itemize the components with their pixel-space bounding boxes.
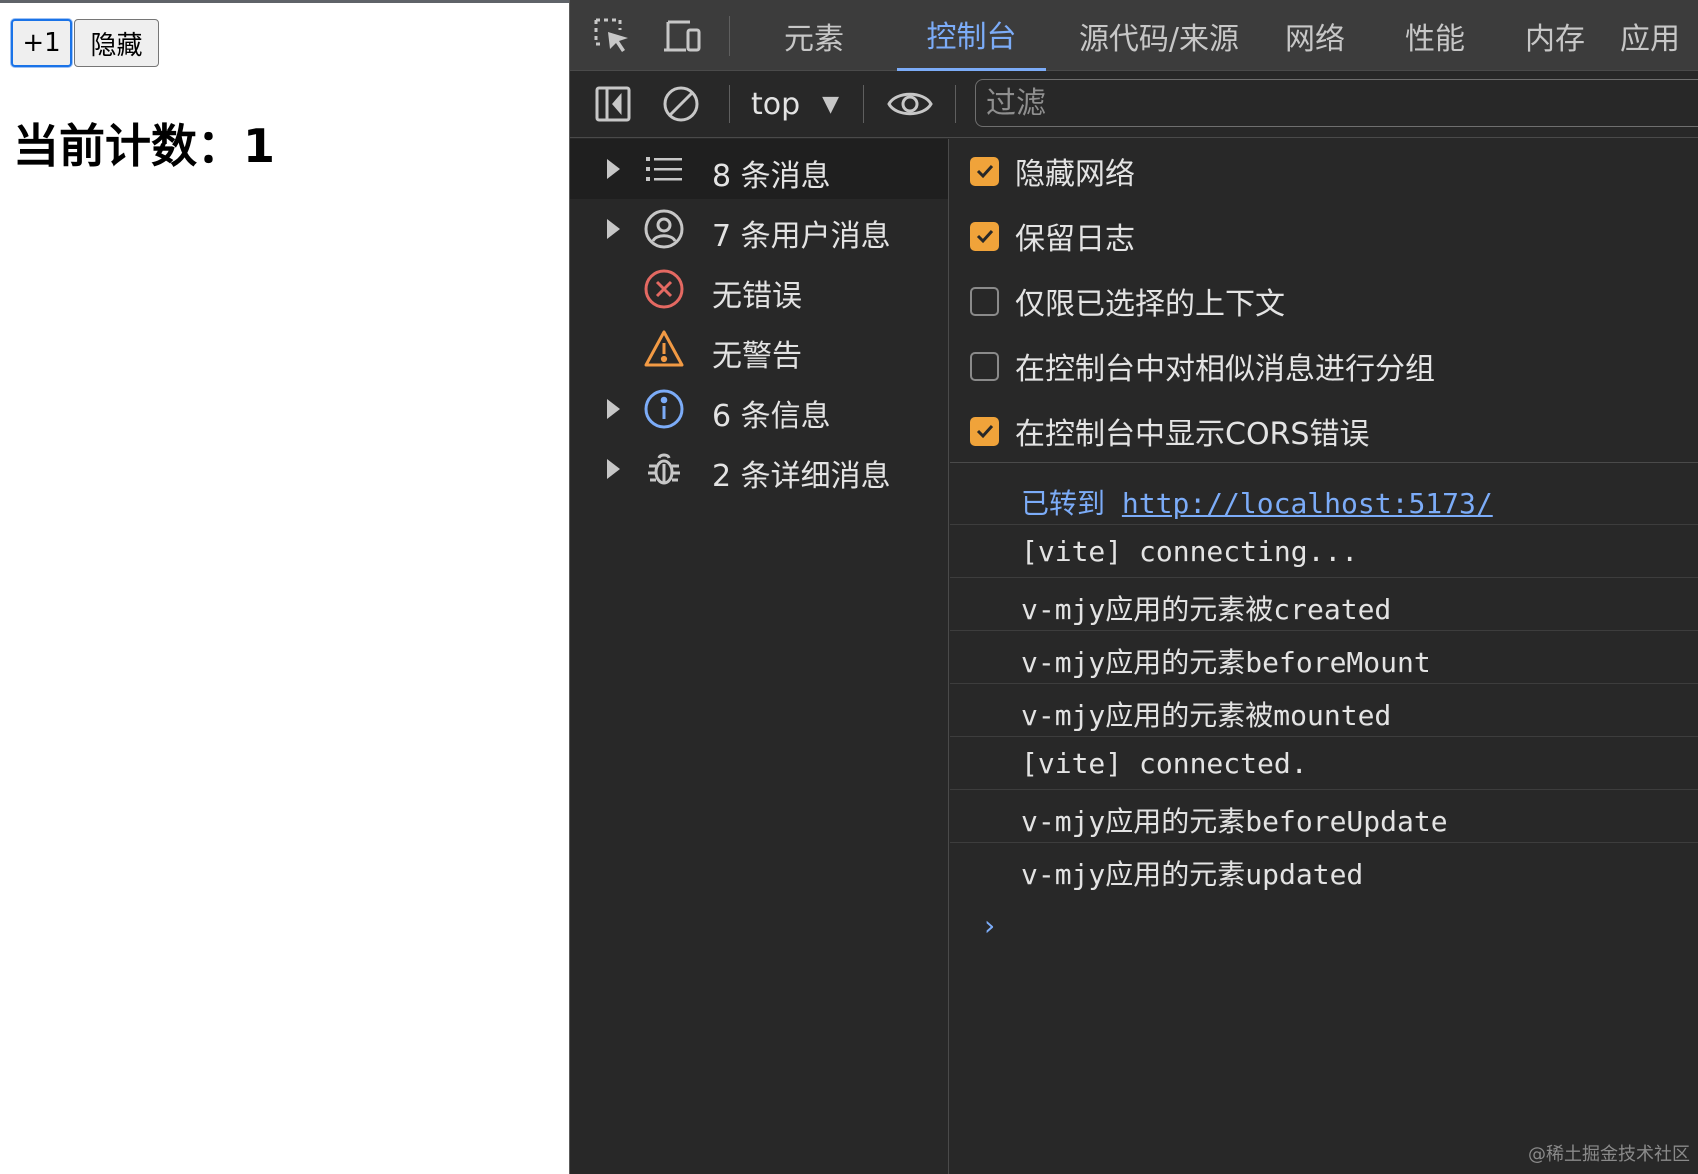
- devtools-tab-bar: 元素 控制台 源代码/来源 网络 性能 内存 应用: [570, 0, 1698, 71]
- hide-button[interactable]: 隐藏: [74, 19, 159, 67]
- expand-arrow-icon[interactable]: [607, 159, 620, 179]
- setting-group-similar[interactable]: 在控制台中对相似消息进行分组: [970, 341, 1435, 391]
- count-heading: 当前计数：1: [13, 119, 276, 173]
- sidebar-item-label: 8 条消息: [712, 159, 831, 194]
- setting-label: 在控制台中对相似消息进行分组: [1015, 352, 1435, 387]
- tab-separator: [729, 16, 730, 56]
- sidebar-item-label: 7 条用户消息: [712, 219, 891, 254]
- log-text: v-mjy应用的元素beforeMount: [1021, 646, 1431, 679]
- navigated-prefix: 已转到: [1021, 487, 1106, 520]
- log-text: v-mjy应用的元素被mounted: [1021, 699, 1392, 732]
- increment-button[interactable]: +1: [11, 19, 72, 67]
- expand-arrow-icon[interactable]: [607, 459, 620, 479]
- console-sidebar: 8 条消息 7 条用户消息 无错误 无警告 6 条信息 2 条详细消息: [570, 139, 949, 1174]
- sidebar-item-user-messages[interactable]: 7 条用户消息: [570, 199, 948, 259]
- device-toolbar-icon[interactable]: [662, 16, 702, 56]
- tab-memory[interactable]: 内存: [1505, 0, 1605, 71]
- check-icon: [976, 164, 993, 179]
- tab-network[interactable]: 网络: [1265, 0, 1365, 71]
- info-icon: [643, 388, 685, 430]
- sidebar-item-label: 无错误: [712, 279, 802, 314]
- tab-elements[interactable]: 元素: [755, 0, 873, 71]
- page-top-border: [0, 0, 569, 3]
- checkbox-unchecked[interactable]: [970, 286, 999, 316]
- list-icon: [643, 148, 685, 190]
- sidebar-toggle-icon[interactable]: [592, 83, 634, 125]
- expand-arrow-icon[interactable]: [607, 219, 620, 239]
- log-text: v-mjy应用的元素beforeUpdate: [1021, 805, 1448, 838]
- log-message: [vite] connected.: [950, 737, 1698, 790]
- setting-label: 仅限已选择的上下文: [1015, 287, 1285, 322]
- checkbox-checked[interactable]: [970, 221, 999, 251]
- bug-icon: [643, 448, 685, 490]
- checkbox-checked[interactable]: [970, 416, 999, 446]
- setting-preserve-log[interactable]: 保留日志: [970, 211, 1135, 261]
- console-toolbar: top ▼: [570, 71, 1698, 138]
- log-text: [vite] connected.: [1021, 747, 1308, 780]
- log-message: v-mjy应用的元素被mounted: [950, 684, 1698, 737]
- web-page: +1 隐藏 当前计数：1: [0, 0, 569, 1174]
- inspect-element-icon[interactable]: [592, 16, 632, 56]
- setting-show-cors-errors[interactable]: 在控制台中显示CORS错误: [970, 406, 1369, 456]
- error-icon: [643, 268, 685, 310]
- live-expression-eye-icon[interactable]: [886, 83, 934, 125]
- console-main: 隐藏网络 保留日志 仅限已选择的上下文 在控制台中对相似消息进行分组 在控制台中…: [950, 139, 1698, 1174]
- watermark: @稀土掘金技术社区: [1528, 1144, 1690, 1165]
- log-text: [vite] connecting...: [1021, 535, 1359, 568]
- tab-application[interactable]: 应用: [1620, 0, 1698, 71]
- expand-arrow-icon[interactable]: [607, 399, 620, 419]
- log-message: v-mjy应用的元素beforeMount: [950, 631, 1698, 684]
- log-text: v-mjy应用的元素被created: [1021, 593, 1392, 626]
- sidebar-item-verbose[interactable]: 2 条详细消息: [570, 439, 948, 499]
- sidebar-item-label: 6 条信息: [712, 399, 831, 434]
- tab-sources[interactable]: 源代码/来源: [1070, 0, 1248, 71]
- user-icon: [643, 208, 685, 250]
- tab-console[interactable]: 控制台: [897, 0, 1046, 71]
- setting-label: 保留日志: [1015, 222, 1135, 257]
- sidebar-item-info[interactable]: 6 条信息: [570, 379, 948, 439]
- toolbar-separator: [955, 85, 956, 123]
- log-navigated: 已转到 http://localhost:5173/: [950, 472, 1698, 525]
- sidebar-item-all-messages[interactable]: 8 条消息: [570, 139, 948, 199]
- log-message: v-mjy应用的元素updated: [950, 843, 1698, 896]
- context-label: top: [751, 86, 801, 122]
- checkbox-unchecked[interactable]: [970, 351, 999, 381]
- setting-selected-context-only[interactable]: 仅限已选择的上下文: [970, 276, 1285, 326]
- checkbox-checked[interactable]: [970, 156, 999, 186]
- context-selector[interactable]: top ▼: [751, 81, 839, 127]
- warning-icon: [643, 328, 685, 370]
- log-message: v-mjy应用的元素beforeUpdate: [950, 790, 1698, 843]
- check-icon: [976, 424, 993, 439]
- sidebar-item-label: 2 条详细消息: [712, 459, 891, 494]
- toolbar-separator: [863, 85, 864, 123]
- log-message: v-mjy应用的元素被created: [950, 578, 1698, 631]
- setting-label: 在控制台中显示CORS错误: [1015, 417, 1370, 452]
- settings-divider: [950, 462, 1698, 463]
- clear-console-icon[interactable]: [660, 83, 702, 125]
- dropdown-arrow-icon: ▼: [822, 91, 840, 117]
- navigated-url-link[interactable]: http://localhost:5173/: [1122, 487, 1493, 520]
- sidebar-item-label: 无警告: [712, 339, 802, 374]
- console-prompt-icon[interactable]: ›: [984, 909, 995, 942]
- setting-label: 隐藏网络: [1015, 157, 1135, 192]
- tab-performance[interactable]: 性能: [1385, 0, 1485, 71]
- log-text: 已转到 http://localhost:5173/: [1021, 482, 1493, 522]
- toolbar-separator: [729, 85, 730, 123]
- sidebar-item-warnings[interactable]: 无警告: [570, 319, 948, 379]
- log-text: v-mjy应用的元素updated: [1021, 858, 1364, 891]
- sidebar-item-errors[interactable]: 无错误: [570, 259, 948, 319]
- filter-input[interactable]: [975, 79, 1698, 127]
- devtools-panel: 元素 控制台 源代码/来源 网络 性能 内存 应用 top ▼ 过滤 8 条消息…: [569, 0, 1698, 1174]
- log-message: [vite] connecting...: [950, 525, 1698, 578]
- check-icon: [976, 229, 993, 244]
- setting-hide-network[interactable]: 隐藏网络: [970, 146, 1135, 196]
